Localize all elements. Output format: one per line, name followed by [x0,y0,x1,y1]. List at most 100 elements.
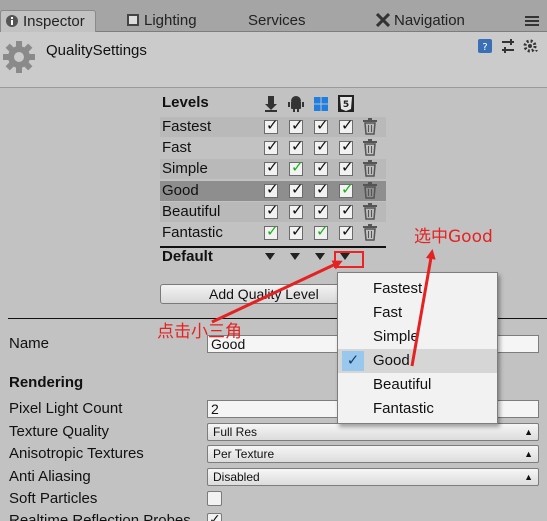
check-icon: ✓ [266,181,279,198]
dropdown-option-label: Fast [373,304,403,321]
check-icon: ✓ [266,159,279,176]
dropdown-option[interactable]: Fantastic [338,397,497,421]
dropdown-option-label: Fastest [373,280,423,297]
platform-checkbox[interactable]: ✓ [289,159,304,176]
svg-text:?: ? [482,42,487,53]
anti-aliasing-select[interactable]: Disabled ▲ [207,468,539,486]
platform-checkbox[interactable]: ✓ [264,159,279,176]
platform-checkbox[interactable]: ✓ [289,139,304,155]
dropdown-option[interactable]: Beautiful [338,373,497,397]
quality-level-name: Simple [162,160,208,177]
check-icon: ✓ [316,202,329,219]
platform-checkbox[interactable]: ✓ [314,159,329,176]
quality-level-row[interactable]: Fantastic ✓ ✓ ✓ ✓ [160,223,386,243]
platform-checkbox[interactable]: ✓ [339,203,354,219]
tab-lighting[interactable]: Lighting [126,10,197,32]
platform-checkbox[interactable]: ✓ [339,224,354,240]
check-icon: ✓ [266,223,279,240]
trash-icon[interactable] [362,139,378,156]
default-dropdown-triangle-android[interactable] [290,253,300,260]
check-icon: ✓ [316,117,329,134]
platform-checkbox[interactable]: ✓ [314,224,329,240]
check-icon: ✓ [316,138,329,155]
dropdown-option-label: Simple [373,328,419,345]
check-icon: ✓ [316,159,329,176]
check-icon: ✓ [266,202,279,219]
platform-checkbox[interactable]: ✓ [289,223,304,240]
standalone-icon [265,96,277,112]
soft-particles-checkbox[interactable] [207,491,222,506]
platform-checkbox[interactable]: ✓ [264,181,279,198]
trash-icon[interactable] [362,118,378,135]
platform-checkbox[interactable]: ✓ [339,181,354,198]
tab-inspector[interactable]: Inspector [0,10,96,32]
platform-checkbox[interactable]: ✓ [314,138,329,155]
tab-lighting-label: Lighting [144,12,197,29]
trash-icon[interactable] [362,182,378,199]
realtime-reflection-probes-checkbox[interactable]: ✓ [207,511,222,521]
platform-checkbox[interactable]: ✓ [264,223,279,240]
check-icon: ✓ [291,181,304,198]
platform-checkbox[interactable]: ✓ [339,139,354,155]
dropdown-option-label: Good [373,352,410,369]
quality-level-row[interactable]: Beautiful ✓ ✓ ✓ ✓ [160,202,386,222]
dropdown-option[interactable]: Fast [338,301,497,325]
tab-navigation-label: Navigation [394,12,465,29]
tab-menu-icon[interactable] [525,16,539,26]
check-icon: ✓ [291,223,304,240]
selected-check-icon: ✓ [342,351,364,371]
rendering-heading: Rendering [9,374,84,391]
tab-services-label: Services [248,12,306,29]
dropdown-option[interactable]: ✓ Good [338,349,497,373]
preset-icon[interactable] [500,38,516,54]
trash-icon[interactable] [362,203,378,220]
pixel-light-count-label: Pixel Light Count [9,400,123,417]
platform-checkbox[interactable]: ✓ [264,139,279,155]
dropdown-option[interactable]: Simple [338,325,497,349]
platform-checkbox[interactable]: ✓ [314,117,329,134]
check-icon: ✓ [341,181,354,198]
platform-checkbox[interactable]: ✓ [314,202,329,219]
texture-quality-label: Texture Quality [9,423,110,440]
tab-bar: Inspector Lighting Services Navigation [0,0,547,32]
default-quality-dropdown: Fastest Fast Simple ✓ Good Beautiful Fantastic [337,272,498,424]
inspector-header: QualitySettings ? [0,32,547,88]
info-icon [6,15,18,27]
texture-quality-select[interactable]: Full Res ▲ [207,423,539,441]
quality-level-row[interactable]: Fastest ✓ ✓ ✓ ✓ [160,117,386,137]
platform-checkbox[interactable]: ✓ [339,117,354,134]
quality-level-name: Fast [162,139,192,156]
tab-inspector-label: Inspector [23,13,85,30]
platform-checkbox[interactable]: ✓ [339,159,354,176]
tab-navigation[interactable]: Navigation [376,10,465,32]
component-settings-icon[interactable] [523,38,539,54]
quality-level-name: Fantastic [162,224,223,241]
platform-checkbox[interactable]: ✓ [289,118,304,134]
platform-checkbox[interactable]: ✓ [289,181,304,198]
dropdown-option-label: Beautiful [373,376,432,393]
platform-checkbox[interactable]: ✓ [264,118,279,134]
check-icon: ✓ [291,159,304,176]
anisotropic-textures-value: Per Texture [213,447,275,461]
quality-level-row[interactable]: Simple ✓ ✓ ✓ ✓ [160,159,386,179]
tab-services[interactable]: Services [248,10,306,32]
trash-icon[interactable] [362,160,378,177]
quality-level-row[interactable]: Good ✓ ✓ ✓ ✓ [160,181,386,201]
platform-checkbox[interactable]: ✓ [314,182,329,198]
default-label: Default [162,248,213,265]
anisotropic-textures-select[interactable]: Per Texture ▲ [207,445,539,463]
trash-icon[interactable] [362,224,378,241]
android-icon [288,96,304,112]
default-dropdown-triangle-windows[interactable] [315,253,325,260]
quality-level-row[interactable]: Fast ✓ ✓ ✓ ✓ [160,138,386,158]
check-icon: ✓ [341,159,354,176]
platform-checkbox[interactable]: ✓ [264,202,279,219]
quality-level-name: Beautiful [162,203,221,220]
platform-checkbox[interactable]: ✓ [289,203,304,219]
default-dropdown-triangle-standalone[interactable] [265,253,275,260]
add-quality-level-button[interactable]: Add Quality Level [160,284,360,304]
lighting-icon [127,14,139,26]
help-icon[interactable]: ? [477,38,493,54]
check-icon: ✓ [341,117,354,134]
dropdown-option[interactable]: Fastest [338,277,497,301]
